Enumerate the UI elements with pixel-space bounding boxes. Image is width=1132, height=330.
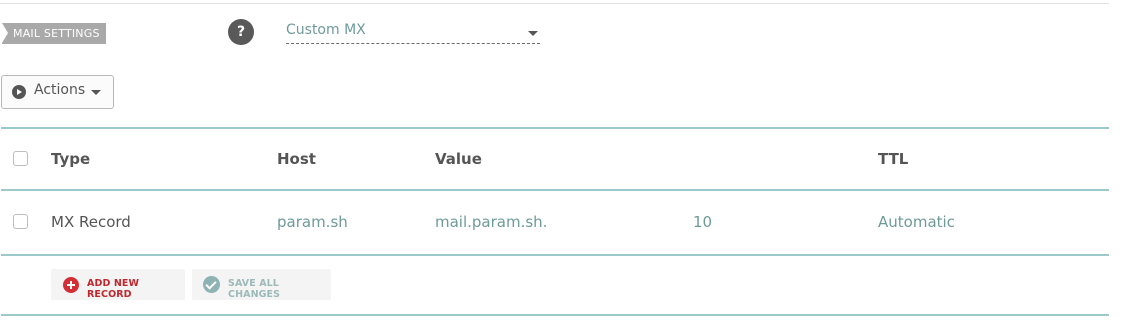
top-divider bbox=[0, 3, 1109, 4]
record-host[interactable]: param.sh bbox=[277, 213, 348, 231]
help-icon[interactable]: ? bbox=[228, 19, 254, 45]
header-divider bbox=[1, 189, 1109, 191]
row-checkbox[interactable] bbox=[13, 214, 28, 229]
add-new-record-label: ADD NEW RECORD bbox=[87, 278, 140, 300]
record-type: MX Record bbox=[51, 213, 131, 231]
mail-settings-label: MAIL SETTINGS bbox=[2, 23, 106, 44]
table-top-divider bbox=[1, 127, 1109, 129]
header-type: Type bbox=[51, 150, 91, 168]
header-host: Host bbox=[277, 150, 316, 168]
play-circle-icon bbox=[12, 85, 26, 99]
plus-circle-icon bbox=[63, 277, 79, 293]
save-all-changes-label: SAVE ALL CHANGES bbox=[228, 278, 281, 300]
record-ttl[interactable]: Automatic bbox=[878, 213, 955, 231]
table-bottom-divider bbox=[1, 314, 1109, 316]
select-all-checkbox[interactable] bbox=[13, 151, 28, 166]
record-value[interactable]: mail.param.sh. bbox=[435, 213, 547, 231]
header-value: Value bbox=[435, 150, 482, 168]
record-priority[interactable]: 10 bbox=[693, 213, 712, 231]
actions-label: Actions bbox=[34, 82, 86, 98]
mail-settings-select[interactable]: Custom MX bbox=[286, 20, 540, 44]
header-ttl: TTL bbox=[878, 150, 909, 168]
chevron-down-icon bbox=[528, 31, 538, 36]
add-new-record-button[interactable]: ADD NEW RECORD bbox=[51, 269, 185, 300]
check-circle-icon bbox=[203, 276, 220, 293]
chevron-down-icon bbox=[91, 90, 101, 95]
save-all-changes-button[interactable]: SAVE ALL CHANGES bbox=[192, 269, 331, 300]
actions-button[interactable]: Actions bbox=[1, 75, 114, 109]
mail-settings-select-value: Custom MX bbox=[286, 22, 366, 38]
row-divider bbox=[1, 254, 1109, 256]
